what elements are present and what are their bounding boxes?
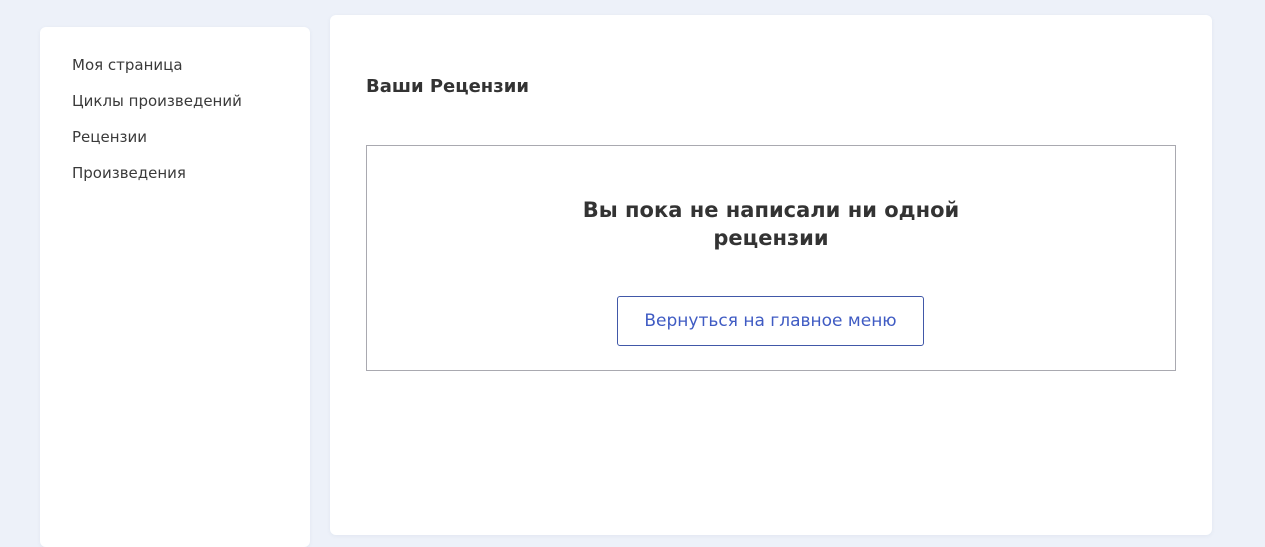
sidebar-item-work-cycles[interactable]: Циклы произведений	[72, 91, 242, 127]
sidebar-item-reviews[interactable]: Рецензии	[72, 127, 242, 163]
main-panel: Ваши Рецензии Вы пока не написали ни одн…	[330, 15, 1212, 535]
sidebar: Моя страница Циклы произведений Рецензии…	[40, 27, 310, 547]
empty-state-box: Вы пока не написали ни одной рецензии Ве…	[366, 145, 1176, 371]
sidebar-item-my-page[interactable]: Моя страница	[72, 55, 242, 91]
back-to-main-menu-button[interactable]: Вернуться на главное меню	[617, 296, 924, 346]
sidebar-nav: Моя страница Циклы произведений Рецензии…	[72, 55, 242, 199]
sidebar-item-works[interactable]: Произведения	[72, 163, 242, 199]
page-title: Ваши Рецензии	[366, 76, 529, 97]
empty-state-message: Вы пока не написали ни одной рецензии	[582, 198, 960, 250]
